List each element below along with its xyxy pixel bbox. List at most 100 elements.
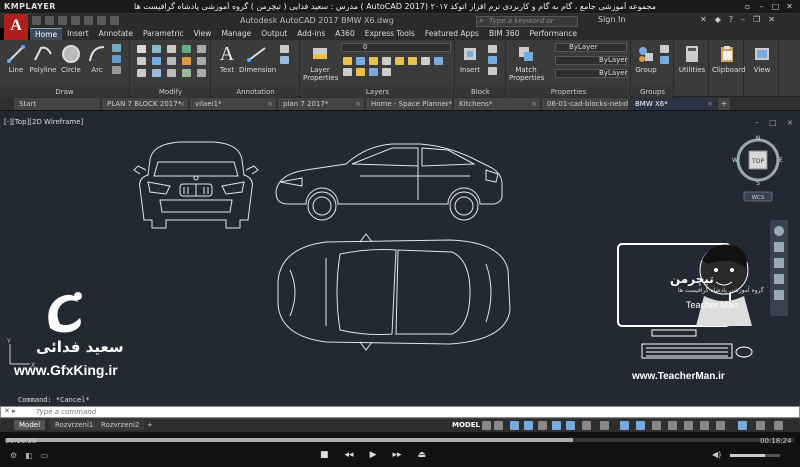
layers-panel-title[interactable]: Layers	[301, 87, 454, 97]
modify-extra2-icon[interactable]	[197, 57, 206, 65]
file-tab-bmw-x6[interactable]: BMW X6* ×	[630, 98, 716, 110]
undo-icon[interactable]	[97, 16, 106, 25]
leader-icon[interactable]	[280, 45, 289, 53]
viewcube-w[interactable]: W	[732, 157, 738, 164]
line-tool[interactable]: Line	[5, 44, 27, 74]
object-snap-tracking-icon[interactable]	[552, 421, 561, 430]
close-icon[interactable]: ×	[355, 98, 361, 110]
copy-icon[interactable]	[137, 57, 146, 65]
group-tool[interactable]: Group	[634, 44, 658, 74]
clean-screen-icon[interactable]	[756, 421, 765, 430]
plot-icon[interactable]	[84, 16, 93, 25]
open-icon[interactable]	[45, 16, 54, 25]
close-icon[interactable]: ×	[707, 98, 713, 110]
modify-extra3-icon[interactable]	[197, 69, 206, 77]
tab-annotate[interactable]: Annotate	[94, 28, 138, 40]
layer-dropdown[interactable]: 0	[341, 43, 451, 52]
customization-icon[interactable]	[774, 421, 783, 430]
eject-icon[interactable]: ⏏	[418, 450, 427, 460]
application-menu-button[interactable]: A	[4, 14, 28, 40]
layout-tab-rozvrzeni2[interactable]: Rozvrzeni2	[96, 420, 145, 430]
layer-tool-4-icon[interactable]	[382, 57, 391, 65]
player-logo[interactable]: KMPLAYER	[4, 2, 56, 11]
layer-tool-6-icon[interactable]	[408, 57, 417, 65]
model-space-button[interactable]: MODEL	[452, 421, 480, 429]
player-subtitle-icon[interactable]: ▭	[41, 451, 49, 460]
tab-performance[interactable]: Performance	[524, 28, 582, 40]
insert-tool[interactable]: Insert	[458, 44, 482, 74]
modify-extra-icon[interactable]	[197, 45, 206, 53]
app-minimize-icon[interactable]: –	[741, 15, 745, 24]
text-tool[interactable]: A Text	[216, 44, 238, 74]
layout-tab-model[interactable]: Model	[14, 420, 46, 430]
close-icon[interactable]: ×	[443, 98, 449, 110]
circle-tool[interactable]: Circle	[60, 44, 82, 74]
tab-bim-360[interactable]: BIM 360	[484, 28, 525, 40]
command-line[interactable]	[0, 406, 800, 418]
array-icon[interactable]	[167, 69, 176, 77]
viewport-close-icon[interactable]: ×	[787, 118, 794, 127]
layer-tool-7-icon[interactable]	[421, 57, 430, 65]
app-close-icon[interactable]: ✕	[768, 15, 775, 24]
tab-home[interactable]: Home	[30, 28, 63, 40]
quick-properties-icon[interactable]	[684, 421, 693, 430]
help-icon[interactable]: ?	[729, 15, 733, 24]
car-side-view[interactable]	[275, 143, 503, 221]
file-tab-start[interactable]: Start	[14, 98, 100, 110]
layer-tool-8-icon[interactable]	[434, 57, 443, 65]
isolate-objects-icon[interactable]	[716, 421, 725, 430]
table-icon[interactable]	[280, 56, 289, 64]
file-tab-plan7block[interactable]: PLAN 7 BLOCK 2017* ×	[102, 98, 188, 110]
a360-icon[interactable]: ◆	[715, 15, 721, 24]
redo-icon[interactable]	[110, 16, 119, 25]
rectangle-icon[interactable]	[112, 44, 121, 52]
erase-icon[interactable]	[182, 45, 191, 53]
orbit-icon[interactable]	[774, 274, 784, 284]
arc-tool[interactable]: Arc	[86, 44, 108, 74]
offset-icon[interactable]	[182, 69, 191, 77]
sign-in-button[interactable]: Sign In	[598, 15, 625, 24]
block-panel-title[interactable]: Block	[456, 87, 505, 97]
mirror-icon[interactable]	[152, 57, 161, 65]
tab-output[interactable]: Output	[256, 28, 292, 40]
annotation-visibility-icon[interactable]	[620, 421, 629, 430]
file-tab-kitchens[interactable]: Kitchens* ×	[454, 98, 540, 110]
layer-tool-12-icon[interactable]	[382, 68, 391, 76]
edit-block-icon[interactable]	[488, 56, 497, 64]
showmotion-icon[interactable]	[774, 290, 784, 300]
save-icon[interactable]	[58, 16, 67, 25]
command-input[interactable]: Type a command	[36, 407, 96, 417]
tab-manage[interactable]: Manage	[216, 28, 256, 40]
layer-tool-5-icon[interactable]	[395, 57, 404, 65]
viewport-restore-icon[interactable]: □	[769, 118, 777, 127]
player-close-icon[interactable]: ✕	[784, 2, 795, 12]
lineweight-icon[interactable]	[582, 421, 591, 430]
viewcube[interactable]: TOP N S E W WCS	[730, 134, 786, 202]
exchange-icon[interactable]: ✕	[700, 15, 707, 24]
dimension-tool[interactable]: Dimension	[239, 44, 276, 74]
trim-icon[interactable]	[167, 45, 176, 53]
snap-icon[interactable]	[494, 421, 503, 430]
units-icon[interactable]	[668, 421, 677, 430]
viewcube-e[interactable]: E	[779, 157, 783, 164]
steering-wheel-icon[interactable]	[774, 226, 784, 236]
tab-view[interactable]: View	[189, 28, 217, 40]
lock-ui-icon[interactable]	[700, 421, 709, 430]
color-dropdown[interactable]: ByLayer	[555, 43, 627, 52]
stop-icon[interactable]: ■	[320, 450, 329, 460]
zoom-icon[interactable]	[774, 258, 784, 268]
viewport-minimize-icon[interactable]: –	[755, 118, 759, 127]
ungroup-icon[interactable]	[660, 45, 669, 53]
tab-add-ins[interactable]: Add-ins	[292, 28, 330, 40]
layer-tool-11-icon[interactable]	[369, 68, 378, 76]
search-input[interactable]: Type a keyword or phrase	[476, 16, 578, 34]
move-icon[interactable]	[137, 45, 146, 53]
layer-tool-2-icon[interactable]	[356, 57, 365, 65]
viewcube-n[interactable]: N	[756, 135, 761, 142]
clipboard-tool[interactable]: Clipboard	[712, 44, 745, 74]
fillet-icon[interactable]	[167, 57, 176, 65]
new-tab-button[interactable]: +	[718, 98, 730, 110]
transparency-icon[interactable]	[600, 421, 609, 430]
tab-a360[interactable]: A360	[330, 28, 359, 40]
annotation-scale-icon[interactable]	[636, 421, 645, 430]
